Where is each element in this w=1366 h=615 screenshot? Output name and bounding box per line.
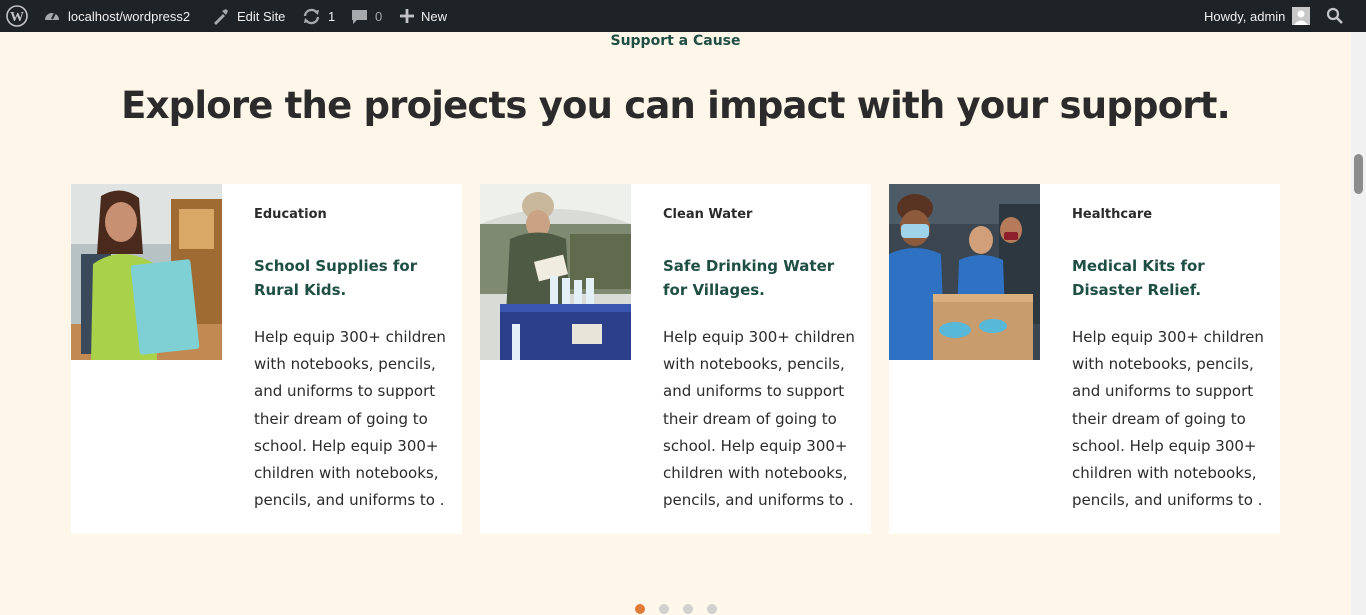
scrollbar-thumb[interactable]	[1354, 154, 1363, 194]
project-card-healthcare[interactable]: Healthcare Medical Kits for Disaster Rel…	[889, 184, 1280, 534]
carousel-dot[interactable]	[635, 604, 645, 614]
updates-count: 1	[328, 8, 336, 24]
project-category: Education	[254, 207, 327, 222]
comments-count: 0	[375, 8, 383, 24]
carousel-dot[interactable]	[707, 604, 717, 614]
admin-bar: W localhost/wordpress2 Edit Site 1 0 New…	[0, 0, 1366, 32]
project-category: Clean Water	[663, 207, 753, 222]
section-eyebrow: Support a Cause	[610, 33, 741, 49]
carousel-dot[interactable]	[659, 604, 669, 614]
comments-icon	[351, 8, 368, 25]
project-description: Help equip 300+ children with notebooks,…	[254, 328, 446, 510]
section-headline: Explore the projects you can impact with…	[121, 84, 1231, 127]
project-image-healthcare[interactable]	[889, 184, 1040, 360]
site-name-label: localhost/wordpress2	[68, 8, 191, 24]
my-account-link[interactable]: Howdy, admin	[1204, 0, 1311, 32]
edit-site-label: Edit Site	[237, 8, 286, 24]
carousel-pagination	[635, 604, 717, 614]
new-label: New	[421, 8, 448, 24]
page-scrollbar[interactable]	[1351, 32, 1366, 615]
comments-link[interactable]: 0	[351, 0, 382, 32]
project-title-link[interactable]: School Supplies for Rural Kids.	[254, 254, 449, 302]
project-image-clean-water[interactable]	[480, 184, 631, 360]
dashboard-icon	[43, 7, 61, 25]
plus-icon	[400, 9, 414, 23]
avatar	[1292, 7, 1311, 25]
updates-icon	[302, 7, 321, 26]
carousel-dot[interactable]	[683, 604, 693, 614]
project-title-link[interactable]: Medical Kits for Disaster Relief.	[1072, 254, 1267, 302]
project-image-education[interactable]	[71, 184, 222, 360]
new-content-link[interactable]: New	[400, 0, 447, 32]
updates-link[interactable]: 1	[302, 0, 335, 32]
project-category: Healthcare	[1072, 207, 1153, 222]
project-description: Help equip 300+ children with notebooks,…	[1072, 328, 1264, 510]
project-description: Help equip 300+ children with notebooks,…	[663, 328, 855, 510]
greeting-label: Howdy, admin	[1204, 8, 1286, 24]
site-name-link[interactable]: localhost/wordpress2	[43, 0, 190, 32]
wordpress-logo-button[interactable]: W	[6, 0, 28, 32]
wordpress-logo-icon: W	[6, 5, 28, 27]
search-icon	[1326, 7, 1344, 25]
project-card-education[interactable]: Education School Supplies for Rural Kids…	[71, 184, 462, 534]
edit-site-link[interactable]: Edit Site	[211, 0, 285, 32]
project-title-link[interactable]: Safe Drinking Water for Villages.	[663, 254, 858, 302]
search-button[interactable]	[1326, 0, 1344, 32]
svg-text:W: W	[10, 10, 24, 25]
edit-site-icon	[211, 7, 230, 26]
project-card-clean-water[interactable]: Clean Water Safe Drinking Water for Vill…	[480, 184, 871, 534]
